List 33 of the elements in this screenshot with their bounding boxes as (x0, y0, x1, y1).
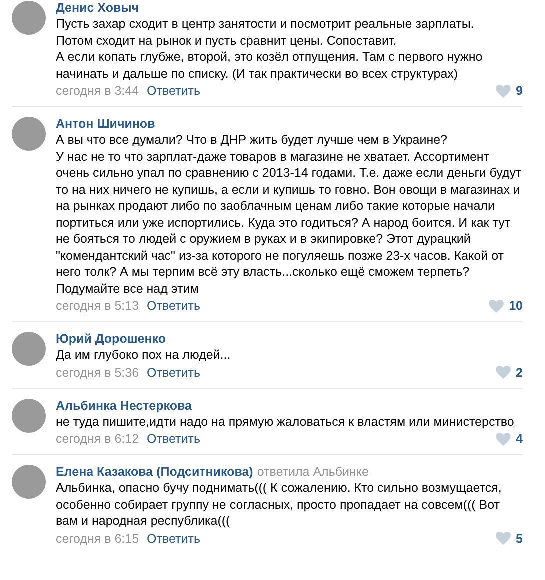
comment-text: А если копать глубже, второй, это козёл отпущения. Там с первого нужно начинать и дальше по списку. (И так практически во всех структурах) (56, 49, 484, 82)
like-button[interactable]: 2 (496, 364, 523, 380)
reply-link[interactable]: Ответить (147, 83, 200, 99)
reply-link[interactable]: Ответить (147, 431, 200, 447)
author-link[interactable]: Антон Шичинов (56, 117, 156, 131)
like-button[interactable]: 9 (496, 83, 523, 99)
comment-text: Альбинка, опасно бучу поднимать((( К сожалению. Кто сильно возмущается, особенно собирает группу не согласных, просто пропадает на совсем((( Вот вам и народная республика((( (56, 480, 503, 530)
like-button[interactable]: 10 (489, 298, 523, 314)
avatar-placeholder[interactable] (12, 332, 46, 366)
reply-link[interactable]: Ответить (147, 530, 200, 546)
avatar-placeholder[interactable] (12, 1, 46, 35)
comment-text: У нас не то что зарплат-даже товаров в магазине не хватает. Ассортимент очень сильно упал по сравнению с 2013-14 годами. Т.е. даже если деньги будут то на них ничего не купишь, а если и купишь то говно. Вон овощи в магазинах и на рынках продают либо по заоблачным ценам либо такие которые начали портиться или уже испортились. Куда это годиться? А народ боится. И как тут не бояться то людей с оружием в руках и в экипировке? Этот дурацкий "комендантский час" из-за которого не погуляешь позже 23-х часов. Какой от него толк? А мы терпим всё эту власть...сколько ещё сможем терпеть? Подумайте все над этим (56, 148, 523, 297)
author-link[interactable]: Денис Ховыч (56, 1, 140, 15)
comment-text: не туда пишите,идти надо на прямую жаловаться к властям или министерство (56, 414, 516, 430)
heart-icon (496, 532, 512, 545)
avatar-placeholder[interactable] (12, 117, 46, 151)
heart-icon (496, 366, 512, 379)
heart-icon (489, 300, 504, 312)
comment-text: А вы что все думали? Что в ДНР жить будет лучше чем в Украине? (56, 132, 449, 148)
author-link[interactable]: Елена Казакова (Подситникова) (56, 465, 254, 479)
reply-link[interactable]: Ответить (147, 364, 200, 380)
comment-text: Потом сходит на рынок и пусть сравнит цены. Сопоставит. (56, 32, 398, 49)
author-link[interactable]: Альбинка Нестеркова (56, 398, 192, 412)
avatar-placeholder[interactable] (12, 398, 46, 432)
comment-text: Да им глубоко пох на людей... (56, 347, 232, 364)
heart-icon (496, 432, 512, 446)
like-button[interactable]: 4 (496, 431, 523, 447)
author-link[interactable]: Юрий Дорошенко (56, 332, 166, 346)
like-button[interactable]: 5 (496, 530, 523, 546)
comment-text: Пусть захар сходит в центр занятости и посмотрит реальные зарплаты. (56, 16, 476, 32)
reply-link[interactable]: Ответить (147, 298, 200, 314)
heart-icon (496, 84, 512, 98)
avatar-placeholder[interactable] (12, 465, 46, 499)
